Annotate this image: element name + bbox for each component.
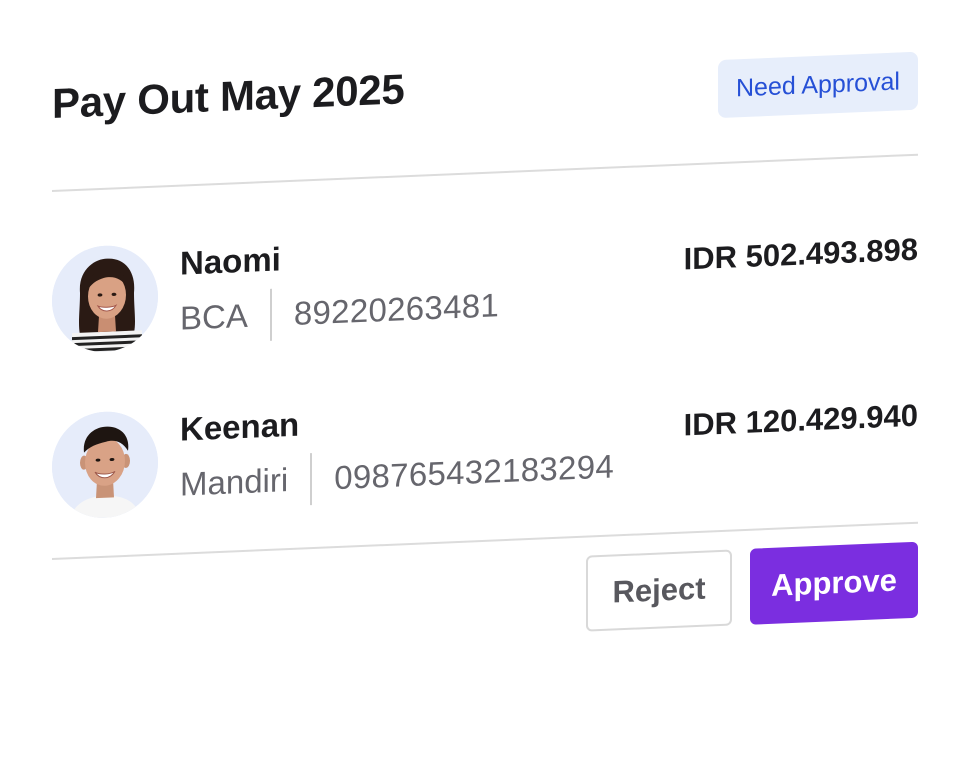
avatar [52, 243, 158, 354]
account-number: 89220263481 [293, 286, 500, 332]
separator [269, 288, 272, 341]
avatar [52, 409, 158, 520]
payee-row: Keenan Mandiri 098765432183294 IDR 120.4… [52, 378, 918, 526]
payout-amount: IDR 120.429.940 [683, 397, 918, 443]
bank-name: BCA [180, 296, 248, 337]
bank-details: Mandiri 098765432183294 [180, 440, 614, 510]
page-title: Pay Out May 2025 [52, 65, 405, 127]
approve-button[interactable]: Approve [750, 541, 918, 625]
bank-details: BCA 89220263481 [180, 279, 499, 344]
payee-name: Naomi [180, 240, 281, 282]
action-buttons: Reject Approve [586, 541, 918, 632]
separator [310, 453, 313, 506]
person-photo-icon [52, 243, 158, 354]
header-divider [52, 153, 918, 192]
person-photo-icon [52, 409, 158, 520]
payout-card: Pay Out May 2025 Need Approval Naomi BCA… [52, 12, 918, 688]
payout-amount: IDR 502.493.898 [683, 231, 918, 277]
bank-name: Mandiri [180, 461, 289, 503]
status-badge: Need Approval [717, 51, 918, 119]
reject-button[interactable]: Reject [586, 549, 732, 632]
payout-approval-screen: Pay Out May 2025 Need Approval Naomi BCA… [0, 0, 960, 776]
payee-row: Naomi BCA 89220263481 IDR 502.493.898 [52, 212, 918, 360]
payee-name: Keenan [180, 405, 300, 448]
account-number: 098765432183294 [334, 447, 614, 497]
